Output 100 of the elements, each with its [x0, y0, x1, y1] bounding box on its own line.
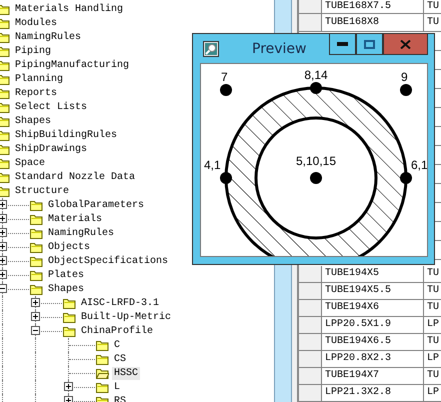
expand-icon[interactable] — [64, 382, 73, 391]
folder-icon — [0, 172, 10, 182]
expand-icon[interactable] — [0, 242, 7, 251]
tree-item[interactable]: ShipBuildingRules — [13, 128, 120, 142]
row-header[interactable] — [299, 14, 322, 31]
tree-item[interactable]: HSSC — [112, 366, 140, 380]
table-cell: LPP21.3X2.8 — [322, 385, 424, 401]
table-cell: TUBE168X7.5 — [322, 0, 424, 13]
expand-icon[interactable] — [0, 256, 7, 265]
folder-icon — [96, 340, 109, 350]
expand-icon[interactable] — [31, 298, 40, 307]
table-cell-text: TU — [426, 0, 440, 13]
point-marker — [220, 172, 232, 184]
row-header[interactable] — [299, 334, 322, 350]
point-marker — [220, 84, 232, 96]
table-cell: TUBE194X6 — [322, 300, 424, 316]
tree-item[interactable]: NamingRules — [13, 30, 84, 44]
maximize-icon — [364, 40, 375, 48]
folder-icon — [0, 116, 10, 126]
point-label: 7 — [221, 70, 228, 84]
tree-item[interactable]: Objects — [46, 240, 92, 254]
tree-item[interactable]: ChinaProfile — [79, 324, 156, 338]
tree-item[interactable]: PipingManufacturing — [13, 58, 132, 72]
table-cell-text: TU — [426, 267, 440, 281]
table-cell: TUBE194X7 — [322, 368, 424, 384]
point-label: 4,1 — [204, 158, 221, 172]
tree-item[interactable]: Select Lists — [13, 100, 90, 114]
folder-icon — [96, 354, 109, 364]
tree-item[interactable]: Reports — [13, 86, 60, 100]
table-cell: LPP20.8X2.3 — [322, 351, 424, 367]
tree-item[interactable]: Shapes — [13, 114, 54, 128]
point-label: 8,14 — [304, 68, 328, 82]
tree-item[interactable]: GlobalParameters — [46, 198, 146, 212]
table-cell-text: TU — [426, 284, 440, 298]
table-cell-text: LP — [426, 352, 440, 366]
expand-icon[interactable] — [0, 200, 7, 209]
folder-icon — [63, 312, 76, 322]
row-header[interactable] — [299, 317, 322, 333]
point-marker — [400, 84, 412, 96]
point-marker — [400, 172, 412, 184]
tree-item[interactable]: Modules — [13, 16, 60, 30]
folder-icon — [63, 298, 76, 308]
point-label: 9 — [401, 70, 408, 84]
tree-item[interactable]: ShipDrawings — [13, 142, 90, 156]
collapse-icon[interactable] — [0, 284, 7, 293]
tree-item[interactable]: Standard Nozzle Data — [13, 170, 138, 184]
tree-item[interactable]: Piping — [13, 44, 54, 58]
table-cell-text: LP — [426, 386, 440, 400]
row-header[interactable] — [299, 368, 322, 384]
folder-icon — [0, 74, 10, 84]
table-cell-text: TU — [426, 16, 440, 30]
table-cell: LPP20.5X1.9 — [322, 317, 424, 333]
tree-item[interactable]: Planning — [13, 72, 66, 86]
window-title: Preview — [252, 40, 306, 56]
row-header[interactable] — [299, 351, 322, 367]
tree-item[interactable]: NamingRules — [46, 226, 116, 240]
folder-icon — [30, 242, 43, 252]
maximize-button[interactable] — [356, 34, 383, 55]
row-header[interactable] — [299, 266, 322, 282]
tree-item[interactable]: Plates — [46, 268, 86, 282]
folder-icon — [0, 102, 10, 112]
folder-icon — [0, 4, 10, 14]
table-cell-text: TU — [426, 301, 440, 315]
folder-icon — [0, 144, 10, 154]
folder-icon — [30, 214, 43, 224]
folder-icon — [0, 88, 10, 98]
row-header[interactable] — [299, 300, 322, 316]
expand-icon[interactable] — [31, 312, 40, 321]
point-marker — [310, 172, 322, 184]
tree-item[interactable]: Materials Handling — [13, 2, 126, 16]
tree-item[interactable]: CS — [112, 352, 128, 366]
collapse-icon[interactable] — [31, 326, 40, 335]
folder-icon — [0, 32, 10, 42]
point-marker — [310, 82, 322, 94]
expand-icon[interactable] — [0, 228, 7, 237]
tree-item[interactable]: Space — [13, 156, 48, 170]
tree-item[interactable]: L — [112, 380, 122, 394]
expand-icon[interactable] — [0, 214, 7, 223]
close-icon — [400, 40, 411, 48]
row-header[interactable] — [299, 283, 322, 299]
tree-item[interactable]: Shapes — [46, 282, 86, 296]
minimize-icon — [337, 42, 348, 46]
tree-item[interactable]: C — [112, 338, 122, 352]
row-header[interactable] — [299, 385, 322, 401]
table-cell-text: LP — [426, 318, 440, 332]
folder-icon — [30, 200, 43, 210]
open-folder-icon — [96, 368, 109, 378]
folder-icon — [30, 284, 43, 294]
tree-item[interactable]: Structure — [13, 184, 72, 198]
close-button[interactable] — [383, 34, 428, 55]
minimize-button[interactable] — [329, 34, 356, 55]
tree-item[interactable]: ObjectSpecifications — [46, 254, 170, 268]
folder-icon — [0, 186, 10, 196]
expand-icon[interactable] — [0, 270, 7, 279]
table-cell: TUBE168X8 — [322, 14, 424, 31]
row-header[interactable] — [299, 0, 322, 13]
tree-item[interactable]: AISC-LRFD-3.1 — [79, 296, 162, 310]
folder-icon — [63, 326, 76, 336]
tree-item[interactable]: Built-Up-Metric — [79, 310, 174, 324]
tree-item[interactable]: Materials — [46, 212, 104, 226]
